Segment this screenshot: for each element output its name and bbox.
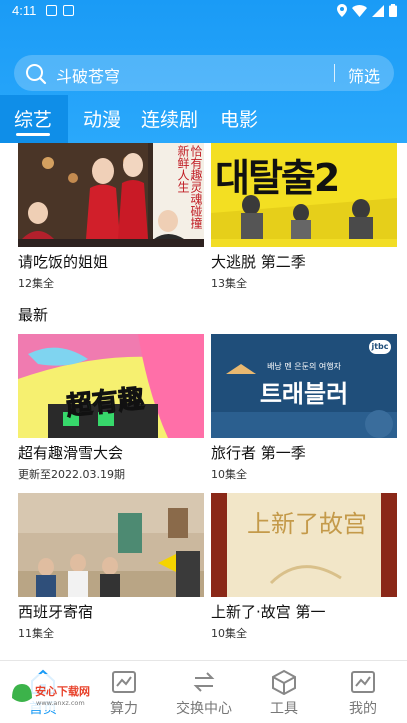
battery-icon bbox=[389, 4, 397, 17]
video-title: 旅行者 第一季 bbox=[211, 444, 306, 462]
thumbnail-caption: 대탈출2 bbox=[215, 156, 340, 200]
episode-count: 13集全 bbox=[211, 277, 247, 290]
wifi-icon bbox=[352, 4, 367, 17]
status-time: 4:11 bbox=[12, 3, 37, 18]
video-card[interactable]: 대탈출2 大逃脱 第二季 13集全 bbox=[211, 143, 397, 291]
screenshot-icon bbox=[63, 5, 74, 16]
watermark-logo-icon: 安心下载网 www.anxz.com bbox=[4, 674, 100, 710]
section-title: 最新 bbox=[18, 306, 49, 324]
episode-count: 11集全 bbox=[18, 627, 54, 640]
video-title: 大逃脱 第二季 bbox=[211, 253, 306, 271]
signal-icon bbox=[372, 4, 384, 17]
video-thumbnail: jtbc 배낭 멘 은둔의 여행자 트래블러 bbox=[211, 334, 397, 438]
thumbnail-caption: 上新了故宫 bbox=[247, 510, 367, 538]
status-bar: 4:11 bbox=[0, 0, 407, 22]
episode-count: 10集全 bbox=[211, 627, 247, 640]
filter-button[interactable]: 筛选 bbox=[348, 63, 380, 87]
box-icon bbox=[272, 669, 296, 695]
search-icon bbox=[26, 64, 47, 85]
video-card[interactable]: 恰有趣灵魂碰撞新鲜人生 请吃饭的姐姐 12集全 bbox=[18, 143, 204, 291]
video-thumbnail: 대탈출2 bbox=[211, 143, 397, 247]
tab-series[interactable]: 连续剧 bbox=[141, 105, 198, 132]
thumbnail-caption: 恰有趣灵魂碰撞新鲜人生 bbox=[176, 145, 203, 229]
nav-exchange[interactable]: 交换中心 bbox=[164, 669, 244, 718]
nav-label: 我的 bbox=[349, 701, 377, 717]
tab-anime[interactable]: 动漫 bbox=[83, 105, 121, 132]
video-thumbnail bbox=[18, 493, 204, 597]
category-tabs: 综艺 动漫 连续剧 电影 bbox=[0, 95, 407, 143]
video-thumbnail: 恰有趣灵魂碰撞新鲜人生 bbox=[18, 143, 204, 247]
search-input[interactable]: 斗破苍穹 bbox=[56, 63, 120, 87]
header: 4:11 斗破苍穹 筛选 综艺 动漫 连续剧 电影 bbox=[0, 0, 407, 143]
profile-icon bbox=[351, 671, 375, 693]
search-divider bbox=[334, 64, 335, 82]
tab-underline bbox=[16, 133, 50, 136]
video-card[interactable]: 上新了故宫 上新了·故宫 第一 10集全 bbox=[211, 493, 397, 641]
nav-label: 交换中心 bbox=[176, 701, 232, 717]
tab-movie[interactable]: 电影 bbox=[220, 105, 258, 132]
video-card[interactable]: 西班牙寄宿 11集全 bbox=[18, 493, 204, 641]
tab-variety[interactable]: 综艺 bbox=[0, 95, 68, 143]
watermark-url: www.anxz.com bbox=[36, 699, 85, 707]
nav-tools[interactable]: 工具 bbox=[244, 669, 324, 718]
watermark-brand: 安心下载网 bbox=[35, 684, 90, 698]
location-icon bbox=[337, 4, 347, 17]
video-card[interactable]: 超有趣 超有趣滑雪大会 更新至2022.03.19期 bbox=[18, 334, 204, 482]
episode-count: 10集全 bbox=[211, 468, 247, 481]
search-bar[interactable]: 斗破苍穹 筛选 bbox=[14, 55, 394, 91]
content-list: 恰有趣灵魂碰撞新鲜人生 请吃饭的姐姐 12集全 대탈출2 大逃脱 第二季 13集… bbox=[0, 143, 407, 660]
thumbnail-subcaption: 배낭 멘 은둔의 여행자 bbox=[267, 362, 341, 371]
exchange-icon bbox=[193, 672, 215, 692]
video-title: 上新了·故宫 第一 bbox=[211, 603, 326, 621]
video-thumbnail: 超有趣 bbox=[18, 334, 204, 438]
watermark: 安心下载网 www.anxz.com bbox=[4, 668, 100, 716]
episode-count: 更新至2022.03.19期 bbox=[18, 468, 125, 481]
video-thumbnail: 上新了故宫 bbox=[211, 493, 397, 597]
thumbnail-caption: 트래블러 bbox=[259, 380, 349, 408]
video-card[interactable]: jtbc 배낭 멘 은둔의 여행자 트래블러 旅行者 第一季 10集全 bbox=[211, 334, 397, 482]
video-title: 超有趣滑雪大会 bbox=[18, 444, 124, 462]
network-badge: jtbc bbox=[369, 340, 391, 354]
video-title: 请吃饭的姐姐 bbox=[18, 253, 109, 271]
nav-profile[interactable]: 我的 bbox=[323, 669, 403, 718]
video-title: 西班牙寄宿 bbox=[18, 603, 94, 621]
episode-count: 12集全 bbox=[18, 277, 54, 290]
chart-icon bbox=[112, 671, 136, 693]
nav-label: 工具 bbox=[270, 701, 298, 717]
notification-icon bbox=[46, 5, 57, 16]
